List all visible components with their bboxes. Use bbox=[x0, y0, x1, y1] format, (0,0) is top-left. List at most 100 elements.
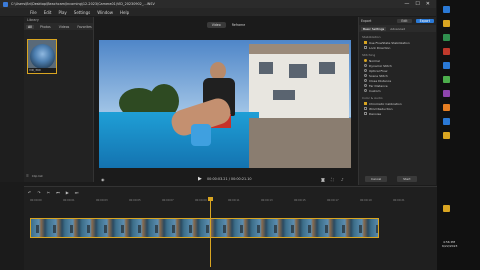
option-label: Denoise bbox=[369, 111, 382, 116]
edit-button[interactable]: Edit bbox=[397, 19, 412, 23]
minimize-button[interactable]: — bbox=[404, 1, 409, 7]
radio-icon[interactable] bbox=[364, 74, 367, 77]
undo-icon[interactable]: ↶ bbox=[28, 190, 31, 195]
redo-icon[interactable]: ↷ bbox=[37, 190, 40, 195]
left-strip bbox=[0, 17, 24, 182]
list-icon[interactable]: ☰ bbox=[26, 174, 29, 178]
video-clip[interactable] bbox=[30, 218, 379, 238]
active-app-icon[interactable] bbox=[443, 205, 450, 212]
ruler-tick: 00:00:01 bbox=[63, 199, 75, 202]
time-ruler[interactable]: 00:00:00 00:00:01 00:00:03 00:00:05 00:0… bbox=[30, 199, 430, 205]
next-frame-icon[interactable]: ⏭ bbox=[75, 190, 79, 195]
hand bbox=[191, 124, 211, 146]
ruler-tick: 00:00:11 bbox=[228, 199, 240, 202]
preview-toolbar: Video Reframe bbox=[95, 17, 357, 33]
menu-window[interactable]: Window bbox=[97, 10, 113, 15]
app-icon[interactable] bbox=[443, 34, 450, 41]
option-label: Far Distance bbox=[369, 83, 388, 88]
section-color-audio: Color & Audio bbox=[362, 96, 383, 100]
app-icon[interactable] bbox=[443, 6, 450, 13]
option-label: Scene Stitch bbox=[369, 73, 388, 78]
app-icon[interactable] bbox=[443, 118, 450, 125]
timeline-toolbar: ↶ ↷ ✂ ⏮ ▶ ⏭ bbox=[24, 187, 437, 197]
radio-icon[interactable] bbox=[364, 79, 367, 82]
timecode: 00:00:03.21 / 00:00:21.10 bbox=[207, 177, 252, 181]
checkbox-icon[interactable] bbox=[364, 102, 367, 105]
panel-title: Export bbox=[361, 19, 372, 23]
tab-favorites[interactable]: Favorites bbox=[75, 25, 93, 29]
fullscreen-icon[interactable]: ⛶ bbox=[331, 177, 334, 182]
maximize-button[interactable]: ☐ bbox=[415, 1, 419, 7]
menu-edit[interactable]: Edit bbox=[44, 10, 52, 15]
radio-icon[interactable] bbox=[364, 64, 367, 67]
menu-play[interactable]: Play bbox=[58, 10, 66, 15]
tab-videos[interactable]: Videos bbox=[57, 25, 72, 29]
checkbox-icon[interactable] bbox=[364, 107, 367, 110]
play-timeline-icon[interactable]: ▶ bbox=[66, 190, 69, 195]
ruler-tick: 00:00:13 bbox=[261, 199, 273, 202]
radio-icon[interactable] bbox=[364, 89, 367, 92]
menu-file[interactable]: File bbox=[30, 10, 37, 15]
checkbox-icon[interactable] bbox=[364, 46, 367, 49]
option-label: Dynamic Stitch bbox=[369, 63, 392, 68]
option-label: Close Distance bbox=[369, 78, 392, 83]
menu-help[interactable]: Help bbox=[120, 10, 129, 15]
ruler-tick: 00:00:21 bbox=[393, 199, 405, 202]
close-button[interactable]: ✕ bbox=[426, 1, 430, 7]
window-title: C:\Users\Bri\Desktop\Beachcam\Incoming\1… bbox=[11, 2, 155, 6]
option-label: Optical Flow bbox=[369, 68, 388, 73]
library-footer-label: Clip list bbox=[31, 174, 43, 178]
camera-icon[interactable]: ◙ bbox=[321, 177, 325, 182]
deck bbox=[249, 118, 351, 168]
chrome-icon[interactable] bbox=[443, 76, 450, 83]
cancel-button[interactable]: Cancel bbox=[365, 176, 388, 182]
section-stabilization: Stabilization bbox=[362, 35, 381, 39]
ruler-tick: 00:00:15 bbox=[294, 199, 306, 202]
option-label: Use FlowState Stabilization bbox=[369, 40, 410, 45]
windows-taskbar: 4:56 PM 6/22/2023 bbox=[437, 0, 480, 270]
option-label: Normal bbox=[369, 58, 380, 63]
app-icon[interactable] bbox=[443, 132, 450, 139]
ruler-tick: 00:00:19 bbox=[360, 199, 372, 202]
section-stitching: Stitching bbox=[362, 53, 376, 57]
radio-icon[interactable] bbox=[364, 84, 367, 87]
app-icon[interactable] bbox=[443, 104, 450, 111]
app-icon[interactable] bbox=[443, 90, 450, 97]
denoise-option[interactable]: Denoise bbox=[359, 111, 436, 116]
start-button[interactable]: Start bbox=[397, 176, 417, 182]
tab-advanced[interactable]: Advanced bbox=[388, 27, 407, 31]
radio-icon[interactable] bbox=[364, 59, 367, 62]
cut-icon[interactable]: ✂ bbox=[47, 190, 50, 195]
tab-all[interactable]: All bbox=[26, 24, 34, 29]
volume-icon[interactable]: ♪ bbox=[341, 177, 344, 182]
ruler-tick: 00:00:05 bbox=[129, 199, 141, 202]
thumbnail-image bbox=[30, 44, 55, 69]
prev-frame-icon[interactable]: ⏮ bbox=[56, 190, 60, 195]
reframe-button[interactable]: Reframe bbox=[232, 23, 245, 27]
ruler-tick: 00:00:09 bbox=[195, 199, 207, 202]
option-label: Chromatic Calibration bbox=[369, 101, 402, 106]
media-thumbnail[interactable]: VID_360 bbox=[27, 39, 57, 74]
checkbox-icon[interactable] bbox=[364, 112, 367, 115]
clock[interactable]: 4:56 PM 6/22/2023 bbox=[442, 240, 458, 248]
timeline: ↶ ↷ ✂ ⏮ ▶ ⏭ 00:00:00 00:00:01 00:00:03 0… bbox=[24, 186, 437, 270]
clock-date: 6/22/2023 bbox=[442, 244, 458, 248]
video-preview[interactable] bbox=[99, 40, 351, 168]
export-panel: Export Edit Export Basic Settings Advanc… bbox=[358, 17, 436, 185]
checkbox-icon[interactable] bbox=[364, 41, 367, 44]
playhead[interactable] bbox=[208, 197, 213, 267]
snapshot-icon[interactable]: ◉ bbox=[101, 177, 105, 182]
video-mode-button[interactable]: Video bbox=[206, 22, 226, 28]
menu-settings[interactable]: Settings bbox=[74, 10, 90, 15]
app-icon[interactable] bbox=[443, 48, 450, 55]
ruler-tick: 00:00:00 bbox=[30, 199, 42, 202]
folder-icon[interactable] bbox=[443, 20, 450, 27]
export-button[interactable]: Export bbox=[415, 19, 434, 23]
radio-icon[interactable] bbox=[364, 69, 367, 72]
tab-photos[interactable]: Photos bbox=[38, 25, 53, 29]
menu-bar: File Edit Play Settings Window Help bbox=[0, 8, 436, 16]
ruler-tick: 00:00:03 bbox=[96, 199, 108, 202]
tab-basic-settings[interactable]: Basic Settings bbox=[361, 26, 387, 31]
play-icon[interactable]: ▶ bbox=[198, 176, 202, 182]
app-icon[interactable] bbox=[443, 62, 450, 69]
